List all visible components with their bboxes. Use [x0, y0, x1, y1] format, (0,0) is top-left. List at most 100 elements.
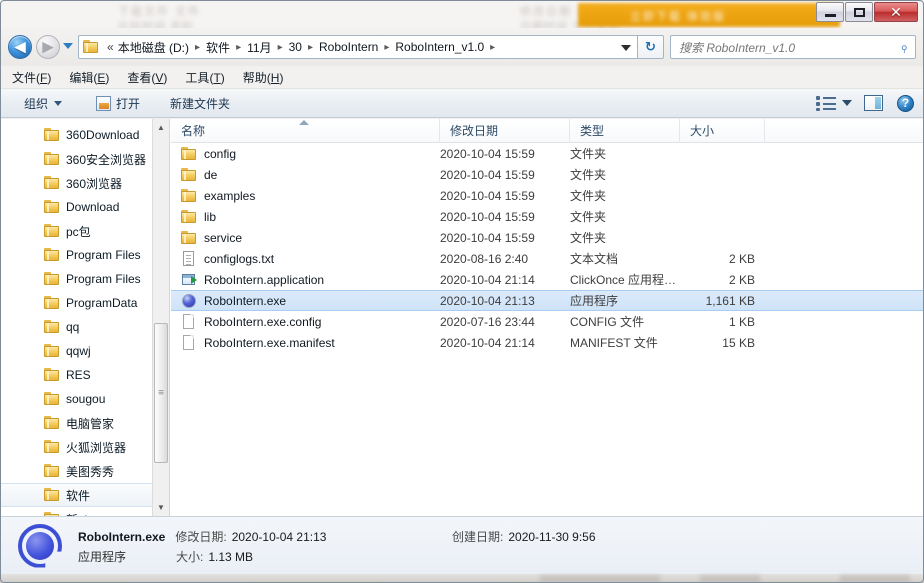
search-input[interactable]: 搜索 RoboIntern_v1.0: [679, 39, 900, 56]
file-type-cell: ClickOnce 应用程…: [570, 273, 677, 287]
navigation-pane-scrollbar[interactable]: ▲ ▼: [152, 119, 169, 516]
folder-icon: [44, 248, 60, 262]
chevron-right-icon[interactable]: ▸: [486, 42, 499, 53]
table-row[interactable]: RoboIntern.exe.config 2020-07-16 23:44 C…: [171, 311, 924, 332]
help-icon[interactable]: ?: [897, 94, 914, 112]
breadcrumb-item-robointern[interactable]: RoboIntern: [317, 39, 380, 55]
folder-icon: [44, 392, 60, 406]
view-options-icon[interactable]: [816, 95, 836, 111]
tree-item-label: 软件: [66, 488, 91, 503]
table-row[interactable]: configlogs.txt 2020-08-16 2:40 文本文档 2 KB: [171, 248, 924, 269]
breadcrumb-item-day[interactable]: 30: [287, 39, 304, 55]
column-header-name[interactable]: 名称: [171, 118, 440, 143]
menu-item-view[interactable]: 查看(V): [127, 69, 167, 86]
folder-icon: [83, 40, 99, 54]
breadcrumb-item-month[interactable]: 11月: [245, 38, 273, 57]
table-row[interactable]: service 2020-10-04 15:59 文件夹: [171, 227, 924, 248]
column-header-date[interactable]: 修改日期: [440, 118, 570, 143]
column-header-type[interactable]: 类型: [570, 118, 680, 143]
tree-item-label: sougou: [66, 392, 106, 406]
menu-item-help[interactable]: 帮助(H): [243, 69, 284, 86]
minimize-button[interactable]: [816, 2, 844, 22]
chevron-right-icon[interactable]: ▸: [274, 42, 287, 53]
tree-item-sougou[interactable]: sougou: [0, 387, 169, 411]
folder-icon: [44, 320, 60, 334]
table-row[interactable]: config 2020-10-04 15:59 文件夹: [171, 143, 924, 164]
table-row[interactable]: RoboIntern.exe 2020-10-04 21:13 应用程序 1,1…: [171, 290, 924, 311]
chevron-right-icon[interactable]: ▸: [191, 42, 204, 53]
recent-locations-dropdown-icon[interactable]: [63, 43, 73, 49]
background-ghost-bottom-1: [540, 575, 660, 582]
scroll-down-icon[interactable]: ▼: [153, 499, 169, 516]
menu-item-tools[interactable]: 工具(T): [185, 69, 224, 86]
menu-item-edit[interactable]: 编辑(E): [69, 69, 109, 86]
breadcrumb-overflow[interactable]: «: [99, 39, 116, 55]
file-name-label: RoboIntern.exe.manifest: [204, 335, 335, 350]
chevron-right-icon[interactable]: ▸: [232, 42, 245, 53]
folder-icon: [44, 464, 60, 478]
maximize-button[interactable]: [845, 2, 873, 22]
menu-item-file[interactable]: 文件(F): [12, 69, 51, 86]
back-arrow-icon: ◀: [14, 38, 26, 56]
file-date-cell: 2020-10-04 15:59: [440, 230, 535, 245]
open-button[interactable]: 打开: [86, 92, 150, 115]
tree-item-360download[interactable]: 360Download: [0, 123, 169, 147]
folder-icon: [44, 200, 60, 214]
column-header-size[interactable]: 大小: [680, 118, 765, 143]
forward-button[interactable]: ▶: [36, 35, 60, 59]
tree-item-software[interactable]: 软件: [0, 483, 169, 507]
generic-file-icon: [181, 313, 197, 330]
tree-item-qqwj[interactable]: qqwj: [0, 339, 169, 363]
clickonce-application-icon: [181, 272, 197, 288]
preview-pane-button[interactable]: [864, 95, 883, 111]
table-row[interactable]: de 2020-10-04 15:59 文件夹: [171, 164, 924, 185]
tree-item-meitu[interactable]: 美图秀秀: [0, 459, 169, 483]
folder-icon: [181, 230, 197, 245]
tree-item-program-files[interactable]: Program Files: [0, 243, 169, 267]
address-bar[interactable]: « 本地磁盘 (D:) ▸ 软件 ▸ 11月 ▸ 30 ▸ RoboIntern…: [78, 35, 638, 59]
address-dropdown-icon[interactable]: [621, 45, 631, 51]
scroll-up-icon[interactable]: ▲: [153, 119, 169, 136]
tree-item-programdata[interactable]: ProgramData: [0, 291, 169, 315]
table-row[interactable]: lib 2020-10-04 15:59 文件夹: [171, 206, 924, 227]
search-box[interactable]: 搜索 RoboIntern_v1.0 ⌕: [670, 35, 916, 59]
tree-item-program-files-x86[interactable]: Program Files: [0, 267, 169, 291]
tree-item-firefox-browser[interactable]: 火狐浏览器: [0, 435, 169, 459]
back-button[interactable]: ◀: [8, 35, 32, 59]
menu-file-accel: F: [40, 70, 48, 85]
breadcrumb-item-local-disk[interactable]: 本地磁盘 (D:): [116, 38, 191, 57]
menu-file-label: 文件: [12, 70, 37, 85]
table-row[interactable]: RoboIntern.application 2020-10-04 21:14 …: [171, 269, 924, 290]
window-bottom-edge: [0, 574, 924, 583]
view-dropdown-icon[interactable]: [842, 100, 852, 106]
file-name-cell: examples: [181, 188, 440, 203]
file-name-label: examples: [204, 188, 256, 203]
file-name-cell: service: [181, 230, 440, 245]
breadcrumb-item-software[interactable]: 软件: [204, 38, 232, 57]
scrollbar-thumb[interactable]: [154, 323, 168, 463]
folder-icon: [44, 296, 60, 310]
tree-item-download[interactable]: Download: [0, 195, 169, 219]
tree-item-computer-manager[interactable]: 电脑管家: [0, 411, 169, 435]
chevron-right-icon[interactable]: ▸: [380, 42, 393, 53]
tree-item-new-obs[interactable]: 新obs: [0, 507, 169, 516]
table-row[interactable]: examples 2020-10-04 15:59 文件夹: [171, 185, 924, 206]
folder-icon: [181, 209, 197, 224]
breadcrumb-item-robointern-v1[interactable]: RoboIntern_v1.0: [393, 39, 486, 55]
tree-item-qq[interactable]: qq: [0, 315, 169, 339]
table-row[interactable]: RoboIntern.exe.manifest 2020-10-04 21:14…: [171, 332, 924, 353]
new-folder-button[interactable]: 新建文件夹: [160, 92, 240, 115]
tree-item-360-browser[interactable]: 360浏览器: [0, 171, 169, 195]
close-button[interactable]: ✕: [874, 2, 918, 22]
tree-item-res[interactable]: RES: [0, 363, 169, 387]
organize-button[interactable]: 组织: [14, 92, 72, 115]
file-name-label: service: [204, 230, 243, 245]
file-type-cell: CONFIG 文件: [570, 315, 644, 329]
tree-item-360-security-browser[interactable]: 360安全浏览器: [0, 147, 169, 171]
details-created-label: 创建日期:: [452, 529, 504, 544]
file-date-cell: 2020-10-04 21:14: [440, 335, 535, 350]
tree-item-pc-package[interactable]: pc包: [0, 219, 169, 243]
file-list-pane: 名称 修改日期 类型 大小 config 2020-10-04 15:59 文件…: [171, 118, 924, 516]
chevron-right-icon[interactable]: ▸: [304, 42, 317, 53]
refresh-button[interactable]: ↻: [638, 35, 664, 59]
